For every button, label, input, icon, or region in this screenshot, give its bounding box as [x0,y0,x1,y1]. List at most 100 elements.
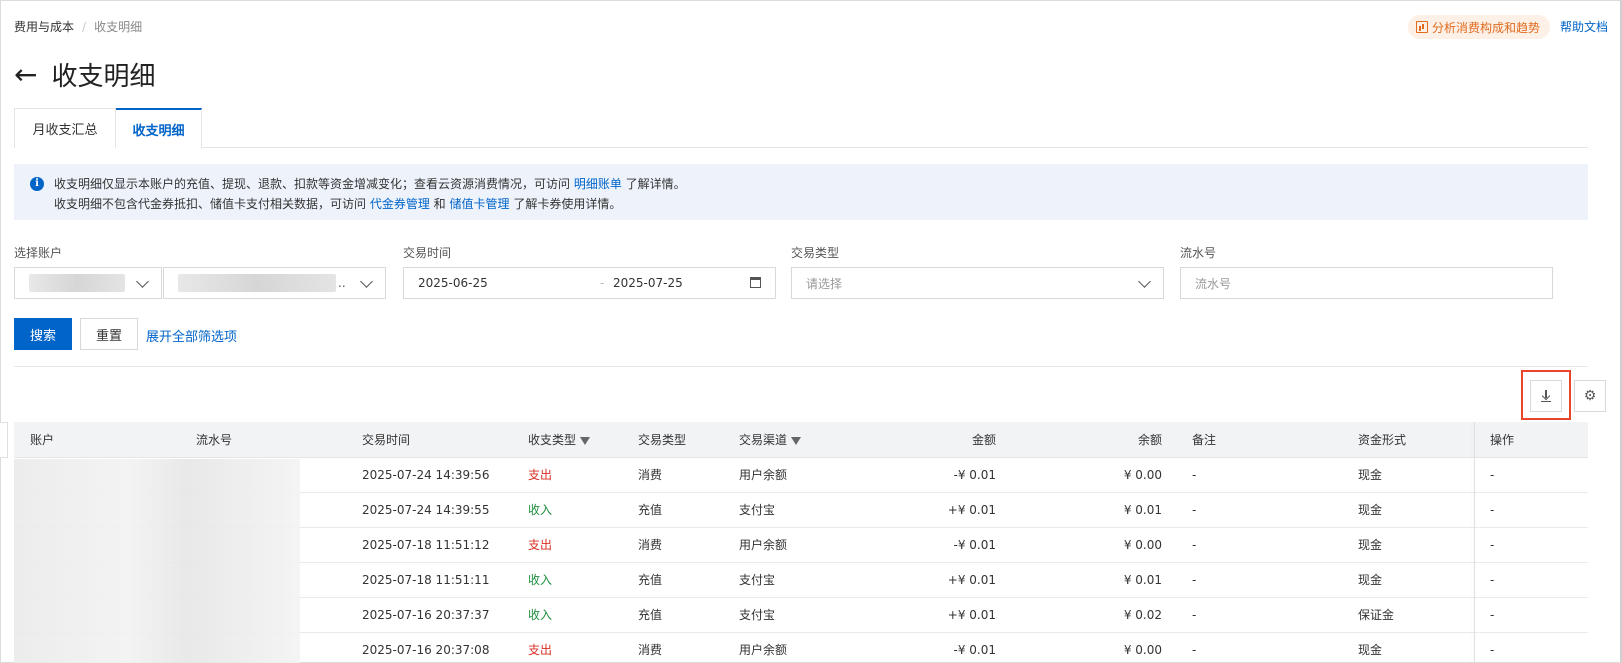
cell-amount: -¥ 0.01 [953,538,997,552]
start-date[interactable]: 2025-06-25 [418,276,488,290]
cell-op: - [1490,503,1495,517]
date-range-picker[interactable]: 2025-06-25 - 2025-07-25 [403,267,776,299]
cell-channel: 支付宝 [739,573,776,587]
cell-op: - [1490,538,1495,552]
notice-text: 了解详情。 [621,177,686,191]
calendar-icon[interactable] [750,277,761,288]
col-channel: 交易渠道 [739,422,802,458]
notice-text: 收支明细不包含代金券抵扣、储值卡支付相关数据，可访问 [54,197,370,211]
fixed-column-divider [1474,422,1475,663]
cell-time: 2025-07-18 11:51:11 [362,573,490,587]
cell-io-type: 收入 [528,503,553,517]
cell-op: - [1490,643,1495,657]
cell-io-type: 支出 [528,643,553,657]
analyze-trend-button[interactable]: 分析消费构成和趋势 [1408,15,1551,39]
cell-amount: -¥ 0.01 [953,468,997,482]
cell-op: - [1490,608,1495,622]
cell-remark: - [1192,538,1197,552]
col-amount: 金额 [971,433,996,447]
end-date[interactable]: 2025-07-25 [613,276,683,290]
col-account: 账户 [30,433,55,447]
chart-icon [1416,21,1428,33]
cell-fund: 现金 [1358,468,1383,482]
chevron-down-icon [1138,275,1151,288]
tab-monthly-summary[interactable]: 月收支汇总 [14,108,116,148]
cell-type: 充值 [638,608,663,622]
back-arrow-icon[interactable]: ← [14,60,37,89]
download-button[interactable] [1530,380,1562,412]
breadcrumb: 费用与成本 / 收支明细 [14,18,142,35]
settings-button[interactable]: ⚙ [1574,380,1606,412]
cell-time: 2025-07-16 20:37:37 [362,608,490,622]
cell-channel: 支付宝 [739,608,776,622]
divider [14,366,1588,367]
transaction-type-select[interactable]: 请选择 [791,267,1164,299]
analyze-trend-label: 分析消费构成和趋势 [1432,20,1541,35]
redacted-value [178,274,336,292]
cell-time: 2025-07-18 11:51:12 [362,538,490,552]
help-docs-link[interactable]: 帮助文档 [1560,18,1608,35]
cell-remark: - [1192,643,1197,657]
cell-time: 2025-07-16 20:37:08 [362,643,490,657]
stored-value-card-link[interactable]: 储值卡管理 [449,197,509,211]
cell-balance: ¥ 0.01 [1123,503,1162,517]
cell-type: 充值 [638,503,663,517]
notice-text: 收支明细仅显示本账户的充值、提现、退款、扣款等资金增减变化；查看云资源消费情况，… [54,177,574,191]
serial-label: 流水号 [1180,246,1217,260]
cell-balance: ¥ 0.00 [1123,538,1162,552]
filter-icon[interactable] [791,437,802,445]
cell-channel: 用户余额 [739,643,788,657]
chevron-down-icon [360,275,373,288]
cell-io-type: 收入 [528,608,553,622]
page-title: 收支明细 [51,62,156,92]
breadcrumb-separator: / [82,19,87,34]
table-header: 账户 流水号 交易时间 收支类型 交易类型 交易渠道 金额 余额 备注 资金形式… [14,422,1588,458]
cell-type: 消费 [638,468,663,482]
col-balance: 余额 [1137,433,1162,447]
cell-channel: 支付宝 [739,503,776,517]
account-type-select[interactable] [14,267,162,299]
notice-line-2: 收支明细不包含代金券抵扣、储值卡支付相关数据，可访问 代金券管理 和 储值卡管理… [54,194,1588,214]
search-button[interactable]: 搜索 [14,318,72,350]
cell-fund: 现金 [1358,643,1383,657]
col-fund: 资金形式 [1358,433,1407,447]
notice-text: 和 [429,197,450,211]
gear-icon: ⚙ [1583,388,1597,404]
account-suffix: .. [338,276,346,290]
col-type: 交易类型 [638,433,687,447]
cell-remark: - [1192,573,1197,587]
cell-time: 2025-07-24 14:39:56 [362,468,490,482]
type-placeholder: 请选择 [806,276,843,291]
reset-button[interactable]: 重置 [80,318,138,350]
col-io-type: 收支类型 [528,422,591,458]
cell-io-type: 支出 [528,538,553,552]
time-label: 交易时间 [403,246,452,260]
breadcrumb-parent[interactable]: 费用与成本 [14,18,74,35]
detail-bill-link[interactable]: 明细账单 [574,177,622,191]
breadcrumb-current: 收支明细 [94,20,143,34]
redacted-value [29,274,125,292]
col-io-type-label: 收支类型 [528,433,577,447]
serial-number-input[interactable]: 流水号 [1180,267,1553,299]
scroll-edge [0,422,8,458]
col-op: 操作 [1490,433,1515,447]
cell-io-type: 支出 [528,468,553,482]
cell-io-type: 收入 [528,573,553,587]
cell-op: - [1490,468,1495,482]
filter-icon[interactable] [580,437,591,445]
expand-filters-link[interactable]: 展开全部筛选项 [146,326,237,345]
cell-fund: 现金 [1358,573,1383,587]
chevron-down-icon [136,275,149,288]
cell-type: 消费 [638,538,663,552]
col-time: 交易时间 [362,433,411,447]
tab-transaction-details[interactable]: 收支明细 [116,108,202,149]
cell-amount: -¥ 0.01 [953,643,997,657]
col-remark: 备注 [1192,433,1217,447]
account-select[interactable]: .. [163,267,386,299]
cell-balance: ¥ 0.01 [1123,573,1162,587]
cell-op: - [1490,573,1495,587]
col-serial: 流水号 [196,433,233,447]
cell-type: 消费 [638,643,663,657]
voucher-management-link[interactable]: 代金券管理 [370,197,430,211]
cell-balance: ¥ 0.00 [1123,643,1162,657]
